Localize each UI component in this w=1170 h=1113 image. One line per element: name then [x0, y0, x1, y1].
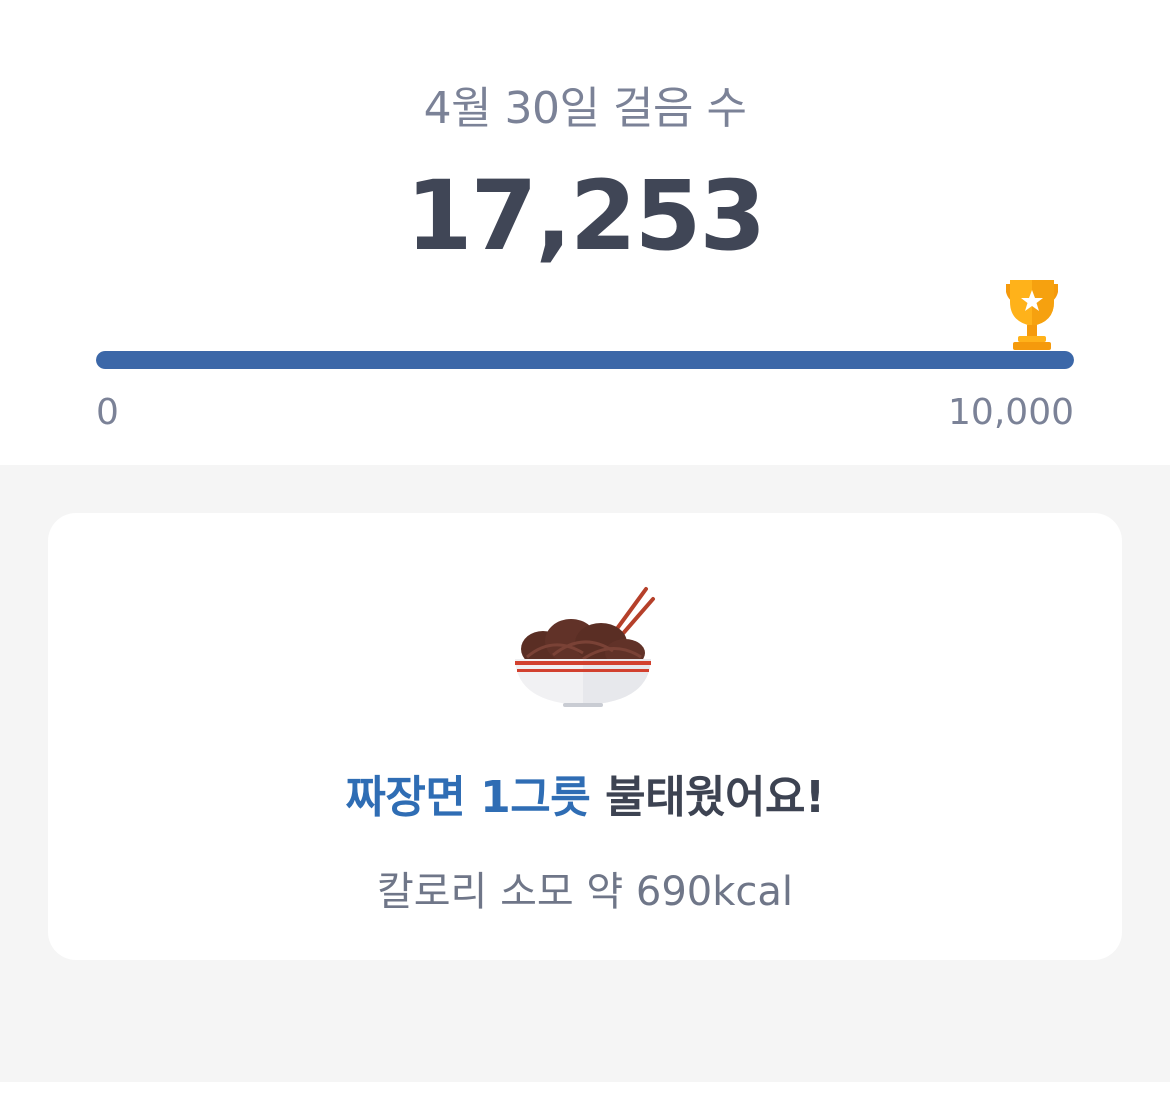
steps-summary-section: 4월 30일 걸음 수 17,253 0 10,000	[0, 0, 1170, 465]
footer-strip	[0, 1082, 1170, 1113]
step-progress-bar	[96, 351, 1074, 369]
calorie-headline: 짜장면 1그릇 불태웠어요!	[48, 761, 1122, 825]
step-progress-fill	[96, 351, 1074, 369]
trophy-icon	[1000, 278, 1064, 352]
progress-max-label: 10,000	[948, 392, 1074, 433]
step-count: 17,253	[405, 160, 766, 272]
date-title: 4월 30일 걸음 수	[423, 83, 747, 134]
jjajangmyeon-bowl-icon	[513, 583, 658, 707]
calorie-card: 짜장면 1그릇 불태웠어요! 칼로리 소모 약 690kcal	[48, 513, 1122, 960]
calorie-section: 짜장면 1그릇 불태웠어요! 칼로리 소모 약 690kcal	[0, 465, 1170, 1082]
progress-min-label: 0	[96, 392, 119, 433]
food-highlight: 짜장면 1그릇	[345, 772, 591, 823]
headline-rest: 불태웠어요!	[590, 772, 825, 823]
calorie-burned-text: 칼로리 소모 약 690kcal	[376, 869, 794, 915]
